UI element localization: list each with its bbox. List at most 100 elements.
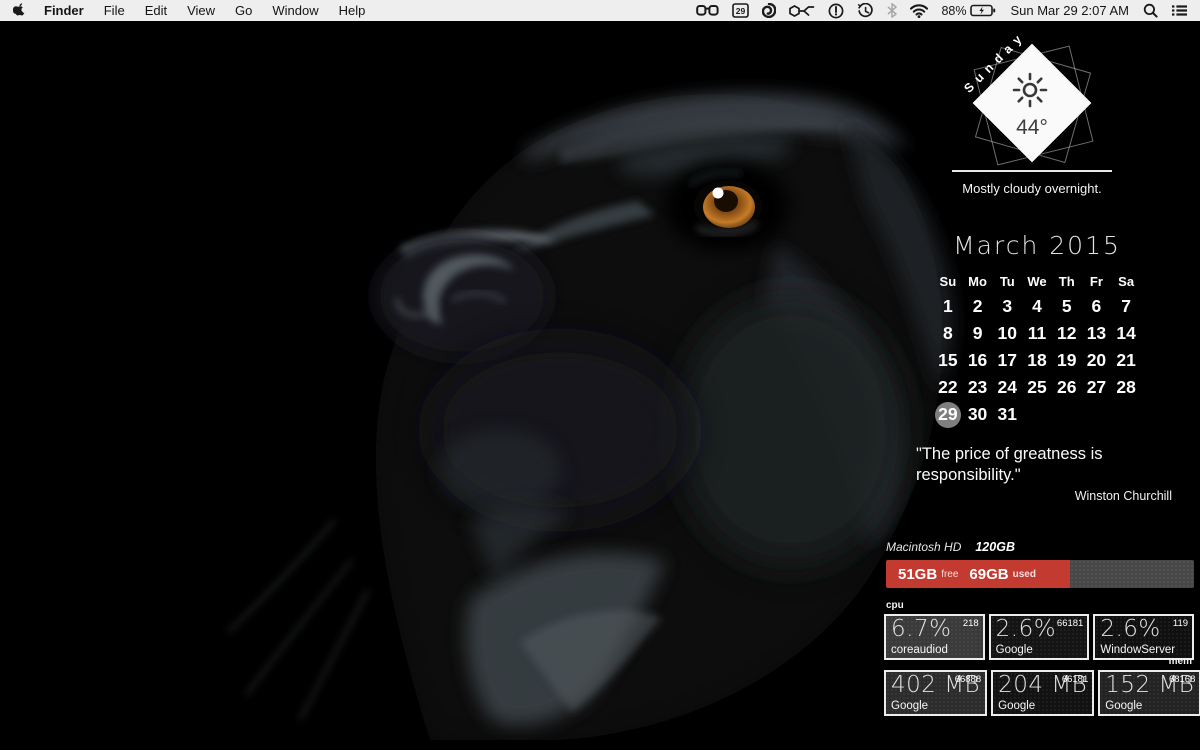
cpu-widget: cpu 6.7% 218 coreaudiod 2.6% 66181 Googl…: [884, 600, 1194, 660]
calendar-day: 5: [1052, 293, 1082, 320]
calendar-day: 15: [933, 347, 963, 374]
notification-center-menu-extra[interactable]: [1169, 0, 1190, 21]
swirl-icon: [762, 3, 776, 18]
swirl-menu-extra[interactable]: [760, 0, 778, 21]
calendar-day: 12: [1052, 320, 1082, 347]
disk-used-label: used: [1013, 569, 1036, 580]
calendar-day: 22: [933, 374, 963, 401]
cpu-box-windowserver: 2.6% 119 WindowServer: [1093, 614, 1194, 660]
disk-name: Macintosh HD: [886, 540, 961, 554]
calendar-day: 21: [1111, 347, 1141, 374]
mem-widget: mem 402 MB 66888 Google 204 MB 66181 Goo…: [884, 656, 1194, 716]
cpu-box-google: 2.6% 66181 Google: [989, 614, 1090, 660]
calendar-day: 1: [933, 293, 963, 320]
apple-icon: [13, 3, 26, 18]
calendar-day: 24: [992, 374, 1022, 401]
alert-menu-extra[interactable]: [826, 0, 846, 21]
calendar-day: 27: [1082, 374, 1112, 401]
weather-widget: Sunday 44° Mostly cloudy overnight.: [950, 28, 1114, 208]
calendar-day: 25: [1022, 374, 1052, 401]
search-icon: [1143, 3, 1158, 18]
calendar-day: 18: [1022, 347, 1052, 374]
spotlight-menu-extra[interactable]: [1141, 0, 1160, 21]
disk-bar-used: 51GB free 69GB used: [886, 560, 1070, 588]
calendar-weekday: Th: [1052, 269, 1082, 293]
calendar-day: 16: [963, 347, 993, 374]
cpu-box-coreaudiod: 6.7% 218 coreaudiod: [884, 614, 985, 660]
calendar-weekday: Su: [933, 269, 963, 293]
calendar-day: 31: [992, 401, 1022, 428]
cpu-row: 6.7% 218 coreaudiod 2.6% 66181 Google 2.…: [884, 614, 1194, 660]
calendar-day: 6: [1082, 293, 1112, 320]
mem-label: mem: [886, 656, 1192, 667]
quote-widget: "The price of greatness is responsibilit…: [916, 444, 1172, 503]
calendar-day: 17: [992, 347, 1022, 374]
cpu-process-name: WindowServer: [1100, 644, 1175, 656]
desktop: Finder File Edit View Go Window Help 29: [0, 0, 1200, 750]
disk-header: Macintosh HD 120GB: [886, 540, 1194, 554]
disk-capacity: 120GB: [975, 540, 1015, 554]
menu-bar-status-area: 29: [694, 0, 1200, 21]
mem-process-name: Google: [891, 700, 928, 712]
bluetooth-menu-extra[interactable]: [885, 0, 899, 21]
svg-text:29: 29: [736, 6, 746, 16]
calendar-day: 10: [992, 320, 1022, 347]
menu-file[interactable]: File: [94, 0, 135, 21]
mem-box-2: 204 MB 66181 Google: [991, 670, 1094, 716]
alert-circle-icon: [828, 3, 844, 19]
calendar-day: 4: [1022, 293, 1052, 320]
cpu-process-name: coreaudiod: [891, 644, 948, 656]
calendar-weekday: Tu: [992, 269, 1022, 293]
disk-free-label: free: [941, 569, 958, 580]
disk-usage-bar: 51GB free 69GB used: [886, 560, 1194, 588]
menu-view[interactable]: View: [177, 0, 225, 21]
mem-pid: 66181: [1062, 674, 1088, 685]
menu-app-name[interactable]: Finder: [34, 0, 94, 21]
calendar-day: 7: [1111, 293, 1141, 320]
calendar-day: 3: [992, 293, 1022, 320]
calendar-title: March 2015: [933, 231, 1141, 260]
calendar-day: 13: [1082, 320, 1112, 347]
calendar-day: 29: [933, 401, 963, 428]
calendar-day: [1052, 401, 1082, 428]
quote-author: Winston Churchill: [916, 489, 1172, 503]
calendar-day: 19: [1052, 347, 1082, 374]
time-machine-icon: [857, 3, 874, 19]
spectacles-menu-extra[interactable]: [694, 0, 721, 21]
disk-free-value: 51GB: [898, 566, 937, 583]
calendar-day: 30: [963, 401, 993, 428]
wifi-icon: [910, 4, 928, 18]
menu-edit[interactable]: Edit: [135, 0, 177, 21]
calendar-weekday: Sa: [1111, 269, 1141, 293]
cpu-label: cpu: [886, 600, 1192, 611]
calendar-menu-extra[interactable]: 29: [730, 0, 751, 21]
battery-percent: 88%: [941, 4, 966, 18]
calendar-weekday: Mo: [963, 269, 993, 293]
molecule-icon: [789, 4, 815, 18]
notification-center-icon: [1171, 4, 1188, 17]
cpu-pid: 66181: [1057, 618, 1083, 629]
menu-go[interactable]: Go: [225, 0, 262, 21]
wifi-menu-extra[interactable]: [908, 0, 930, 21]
disk-widget: Macintosh HD 120GB 51GB free 69GB used: [886, 540, 1194, 588]
menu-bar-clock[interactable]: Sun Mar 29 2:07 AM: [1007, 0, 1132, 21]
battery-charging-icon: [970, 4, 996, 17]
temperature: 44°: [950, 116, 1114, 140]
calendar-weekday: We: [1022, 269, 1052, 293]
mem-box-3: 152 MB 68168 Google: [1098, 670, 1200, 716]
battery-menu-extra[interactable]: 88%: [939, 0, 998, 21]
menu-help[interactable]: Help: [329, 0, 376, 21]
time-machine-menu-extra[interactable]: [855, 0, 876, 21]
calendar-date-icon: 29: [732, 3, 749, 18]
menu-bar-left: Finder File Edit View Go Window Help: [0, 0, 375, 21]
mem-process-name: Google: [998, 700, 1035, 712]
calendar-day: 28: [1111, 374, 1141, 401]
menu-window[interactable]: Window: [262, 0, 328, 21]
calendar-day: 23: [963, 374, 993, 401]
cpu-pid: 119: [1173, 618, 1188, 629]
apple-menu[interactable]: [13, 0, 34, 21]
calendar-weekday: Fr: [1082, 269, 1112, 293]
molecule-menu-extra[interactable]: [787, 0, 817, 21]
mem-pid: 66888: [955, 674, 981, 685]
mem-process-name: Google: [1105, 700, 1142, 712]
